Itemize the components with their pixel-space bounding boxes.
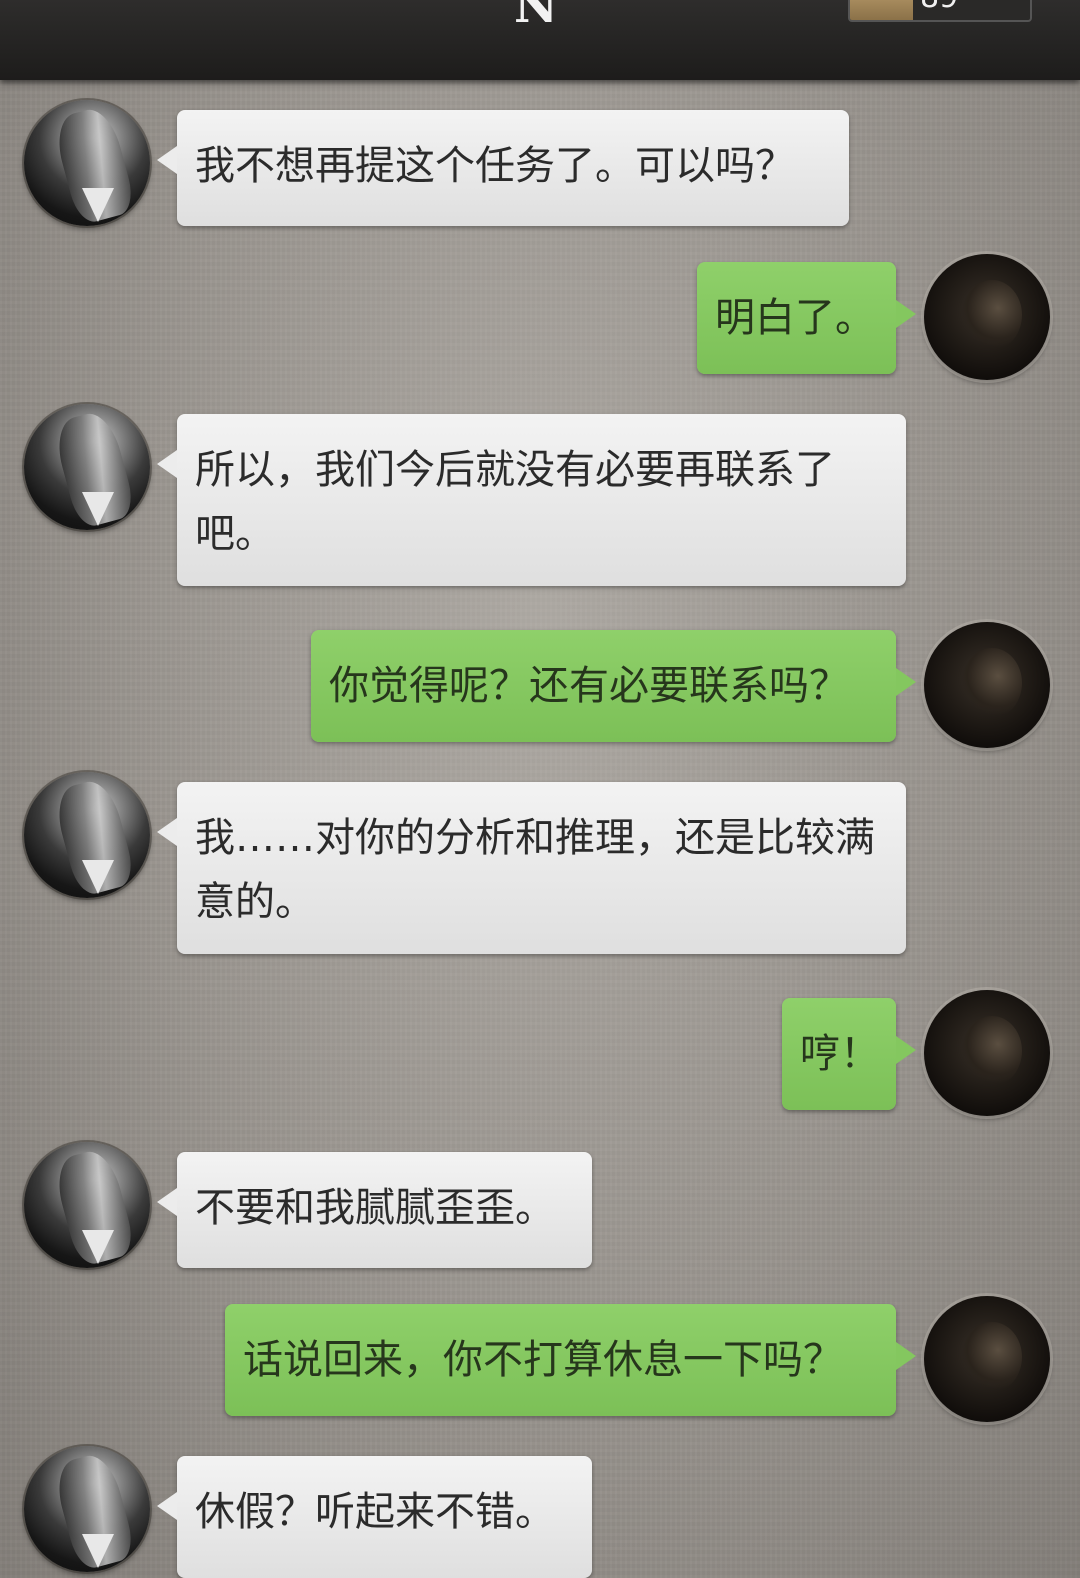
outgoing-message-bubble[interactable]: 你觉得呢？还有必要联系吗？: [311, 630, 916, 742]
contact-avatar[interactable]: [24, 100, 150, 226]
incoming-message-bubble[interactable]: 我……对你的分析和推理，还是比较满意的。: [157, 782, 906, 954]
user-avatar[interactable]: [924, 1296, 1050, 1422]
score-bar-fill: [850, 0, 913, 20]
message-text: 明白了。: [715, 295, 875, 341]
user-avatar[interactable]: [924, 990, 1050, 1116]
incoming-message-bubble[interactable]: 所以，我们今后就没有必要再联系了吧。: [157, 414, 906, 586]
message-text: 不要和我腻腻歪歪。: [195, 1185, 555, 1231]
user-avatar[interactable]: [924, 254, 1050, 380]
message-text: 你觉得呢？还有必要联系吗？: [329, 663, 849, 709]
top-bar: N 89: [0, 0, 1080, 80]
score-value: 89: [920, 0, 958, 15]
contact-avatar[interactable]: [24, 1446, 150, 1572]
message-text: 休假？听起来不错。: [195, 1489, 555, 1535]
message-text: 话说回来，你不打算休息一下吗？: [243, 1337, 843, 1383]
contact-avatar[interactable]: [24, 404, 150, 530]
message-text: 所以，我们今后就没有必要再联系了吧。: [195, 447, 835, 557]
incoming-message-bubble[interactable]: 不要和我腻腻歪歪。: [157, 1152, 592, 1268]
contact-avatar[interactable]: [24, 1142, 150, 1268]
message-text: 哼！: [800, 1031, 880, 1077]
message-text: 我……对你的分析和推理，还是比较满意的。: [195, 815, 875, 925]
incoming-message-bubble[interactable]: 我不想再提这个任务了。可以吗？: [157, 110, 849, 226]
score-bar: 89: [848, 0, 1032, 22]
incoming-message-bubble[interactable]: 休假？听起来不错。: [157, 1456, 592, 1578]
outgoing-message-bubble[interactable]: 话说回来，你不打算休息一下吗？: [225, 1304, 916, 1416]
title-letter: N: [514, 0, 558, 34]
outgoing-message-bubble[interactable]: 明白了。: [697, 262, 916, 374]
message-text: 我不想再提这个任务了。可以吗？: [195, 143, 795, 189]
contact-avatar[interactable]: [24, 772, 150, 898]
outgoing-message-bubble[interactable]: 哼！: [782, 998, 916, 1110]
user-avatar[interactable]: [924, 622, 1050, 748]
